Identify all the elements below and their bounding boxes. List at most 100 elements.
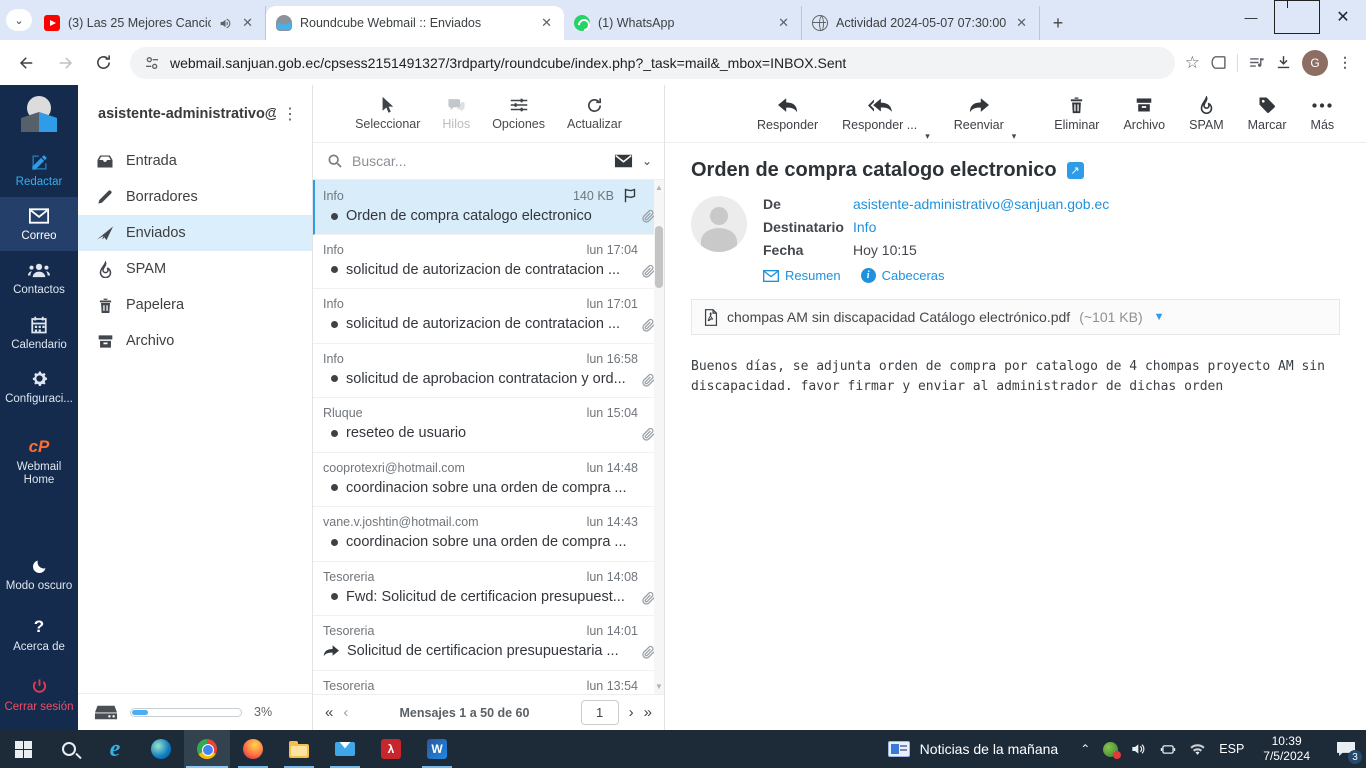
last-page-icon[interactable]: » (644, 704, 652, 721)
scrollbar-thumb[interactable] (655, 226, 663, 288)
reply-all-dropdown-icon[interactable]: ▾ (925, 131, 930, 142)
search-scope-envelope-icon[interactable] (614, 154, 633, 168)
folder-item-sent[interactable]: Enviados (78, 215, 312, 251)
reply-all-button[interactable]: Responder ... (842, 95, 917, 132)
address-bar[interactable]: webmail.sanjuan.gob.ec/cpsess2151491327/… (130, 46, 1175, 79)
sidebar-item-logout[interactable]: Cerrar sesión (0, 668, 78, 722)
site-settings-icon[interactable] (144, 55, 160, 71)
sidebar-item-dark-mode[interactable]: Modo oscuro (0, 547, 78, 601)
browser-menu-icon[interactable]: ⋮ (1338, 54, 1352, 71)
spam-button[interactable]: SPAM (1189, 95, 1224, 132)
forward-dropdown-icon[interactable]: ▾ (1012, 131, 1017, 142)
sidebar-item-contacts[interactable]: Contactos (0, 251, 78, 305)
tab-youtube[interactable]: (3) Las 25 Mejores Cancione ✕ (34, 6, 266, 40)
new-tab-button[interactable]: + (1044, 9, 1072, 37)
list-item[interactable]: vane.v.joshtin@hotmail.com lun 14:43 coor… (313, 507, 664, 562)
list-item[interactable]: Tesoreria lun 14:08 Fwd: Solicitud de cer… (313, 562, 664, 616)
tab-close-icon[interactable]: ✕ (776, 15, 791, 31)
back-button[interactable] (10, 46, 44, 80)
taskbar-mail-button[interactable] (322, 730, 368, 768)
page-number-input[interactable] (580, 700, 619, 725)
close-window-button[interactable]: ✕ (1320, 0, 1366, 34)
list-item[interactable]: Rluque lun 15:04 reseteo de usuario (313, 398, 664, 453)
media-controls-icon[interactable] (1248, 54, 1265, 71)
folder-actions-icon[interactable]: ⋮ (276, 104, 304, 124)
taskbar-clock[interactable]: 10:39 7/5/2024 (1257, 734, 1316, 764)
folder-item-spam[interactable]: SPAM (78, 251, 312, 287)
sidebar-item-about[interactable]: ? Acerca de (0, 608, 78, 662)
tab-actividad[interactable]: Actividad 2024-05-07 07:30:00 ✕ (802, 6, 1040, 40)
summary-link[interactable]: Resumen (763, 268, 841, 283)
list-item[interactable]: Info lun 17:04 solicitud de autorizacion … (313, 235, 664, 289)
to-address-link[interactable]: Info (853, 219, 876, 235)
taskbar-firefox-button[interactable] (230, 730, 276, 768)
side-panel-icon[interactable] (1210, 54, 1227, 71)
more-button[interactable]: Más (1311, 95, 1334, 132)
bookmark-star-icon[interactable]: ☆ (1185, 53, 1200, 73)
sidebar-item-mail[interactable]: Correo (0, 197, 78, 252)
tab-close-icon[interactable]: ✕ (240, 15, 255, 31)
sidebar-item-settings[interactable]: Configuraci... (0, 360, 78, 414)
select-button[interactable]: Seleccionar (355, 96, 420, 131)
sidebar-item-webmail-home[interactable]: cP Webmail Home (0, 428, 78, 495)
list-item[interactable]: Tesoreria lun 14:01 Solicitud de certific… (313, 616, 664, 671)
attachment-dropdown-icon[interactable]: ▼ (1154, 311, 1165, 323)
flag-icon[interactable] (622, 188, 638, 203)
folder-item-drafts[interactable]: Borradores (78, 179, 312, 215)
forward-button[interactable]: Reenviar (954, 95, 1004, 132)
meet-now-icon[interactable] (1160, 742, 1176, 757)
delete-button[interactable]: Eliminar (1054, 95, 1099, 132)
list-item[interactable]: Info 140 KB Orden de compra catalogo ele… (313, 180, 664, 235)
profile-avatar[interactable]: G (1302, 49, 1328, 76)
first-page-icon[interactable]: « (325, 704, 333, 721)
folder-item-trash[interactable]: Papelera (78, 287, 312, 323)
list-scrollbar[interactable]: ▲ ▼ (654, 180, 664, 694)
sidebar-item-compose[interactable]: Redactar (0, 143, 78, 197)
taskbar-word-button[interactable]: W (414, 730, 460, 768)
scroll-up-icon[interactable]: ▲ (655, 183, 663, 192)
taskbar-chrome-button[interactable] (184, 730, 230, 768)
list-item[interactable]: Tesoreria lun 13:54 (313, 671, 664, 695)
volume-icon[interactable] (1131, 742, 1147, 756)
wifi-icon[interactable] (1189, 743, 1206, 756)
tab-audio-icon[interactable] (219, 17, 232, 30)
attachment-bar[interactable]: chompas AM sin discapacidad Catálogo ele… (691, 299, 1340, 335)
taskbar-acrobat-button[interactable]: λ (368, 730, 414, 768)
downloads-icon[interactable] (1275, 54, 1292, 71)
action-center-button[interactable]: 3 (1326, 730, 1366, 768)
next-page-icon[interactable]: › (629, 704, 634, 721)
tab-whatsapp[interactable]: (1) WhatsApp ✕ (564, 6, 802, 40)
sidebar-item-calendar[interactable]: Calendario (0, 306, 78, 360)
tab-close-icon[interactable]: ✕ (539, 15, 554, 31)
folder-item-inbox[interactable]: Entrada (78, 143, 312, 179)
antivirus-tray-icon[interactable] (1103, 741, 1122, 759)
tab-search-button[interactable]: ⌄ (6, 9, 32, 31)
forward-button[interactable] (48, 46, 82, 80)
threads-button[interactable]: Hilos (442, 96, 470, 131)
tab-close-icon[interactable]: ✕ (1014, 15, 1029, 31)
taskbar-ie-button[interactable]: e (92, 730, 138, 768)
list-item[interactable]: Info lun 17:01 solicitud de autorizacion … (313, 289, 664, 344)
options-button[interactable]: Opciones (492, 96, 545, 131)
prev-page-icon[interactable]: ‹ (343, 704, 348, 721)
reload-button[interactable] (86, 46, 120, 80)
tab-roundcube[interactable]: Roundcube Webmail :: Enviados ✕ (266, 6, 564, 40)
list-item[interactable]: cooprotexri@hotmail.com lun 14:48 coordin… (313, 453, 664, 507)
search-options-chevron-icon[interactable]: ⌄ (642, 154, 652, 168)
archive-button[interactable]: Archivo (1123, 95, 1165, 132)
scroll-down-icon[interactable]: ▼ (655, 682, 663, 691)
restore-button[interactable] (1274, 0, 1320, 34)
news-widget[interactable]: Noticias de la mañana (876, 730, 1071, 768)
mark-button[interactable]: Marcar (1248, 95, 1287, 132)
taskbar-edge-button[interactable] (138, 730, 184, 768)
hidden-icons-chevron[interactable]: ⌃ (1080, 742, 1090, 756)
language-indicator[interactable]: ESP (1219, 742, 1244, 756)
search-input[interactable] (352, 153, 605, 169)
headers-link[interactable]: i Cabeceras (860, 268, 945, 283)
from-address-link[interactable]: asistente-administrativo@sanjuan.gob.ec (853, 196, 1109, 212)
folder-item-archive[interactable]: Archivo (78, 323, 312, 359)
taskbar-search-button[interactable] (46, 730, 92, 768)
attachment-filename[interactable]: chompas AM sin discapacidad Catálogo ele… (727, 309, 1070, 325)
refresh-button[interactable]: Actualizar (567, 96, 622, 131)
reply-button[interactable]: Responder (757, 95, 818, 132)
